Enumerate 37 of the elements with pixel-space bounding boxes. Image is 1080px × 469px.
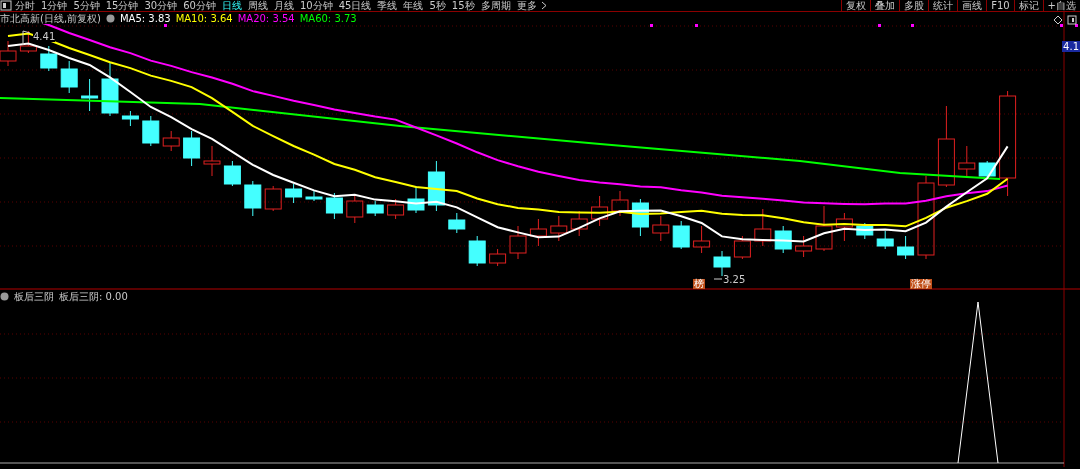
indicator-title: 板后三阴 xyxy=(14,291,54,302)
low-price-label: 3.25 xyxy=(723,274,746,285)
timeframe-tab[interactable]: 5秒 xyxy=(426,0,449,11)
timeframe-tab[interactable]: 年线 xyxy=(400,0,427,11)
toolbar-button[interactable]: 叠加 xyxy=(870,0,900,11)
toolbar-button[interactable]: 多股 xyxy=(899,0,929,11)
indicator-value: MA10: 3.64 xyxy=(175,13,233,24)
indicator-value: MA5: 3.83 xyxy=(120,13,171,24)
event-tag: 涨停 xyxy=(910,279,932,289)
timeframe-tab[interactable]: 10分钟 xyxy=(296,0,336,11)
toolbar-button[interactable]: +自选 xyxy=(1042,0,1080,11)
toolbar-button[interactable]: 统计 xyxy=(928,0,958,11)
indicator-value: MA20: 3.54 xyxy=(237,13,295,24)
timeframe-tab[interactable]: 5分钟 xyxy=(70,0,103,11)
timeframe-tab[interactable]: 15分钟 xyxy=(102,0,142,11)
timeframe-tab[interactable]: 周线 xyxy=(244,0,271,11)
timeframe-tab[interactable]: 分时 xyxy=(12,0,38,11)
timeframe-tab[interactable]: 30分钟 xyxy=(141,0,181,11)
toolbar-button[interactable]: 复权 xyxy=(841,0,871,11)
indicator-value: 板后三阴: 0.00 xyxy=(59,291,128,302)
chart-title: 市北高新(日线,前复权) xyxy=(0,13,101,24)
high-price-label: 4.41 xyxy=(33,31,56,42)
toolbar-button[interactable]: F10 xyxy=(986,0,1014,11)
timeframe-tab[interactable]: 15秒 xyxy=(448,0,478,11)
timeframe-tab[interactable]: 多周期 xyxy=(477,0,514,11)
indicator-value: MA60: 3.73 xyxy=(299,13,357,24)
timeframe-tab[interactable]: 季线 xyxy=(374,0,401,11)
timeframe-tab[interactable]: 月线 xyxy=(270,0,297,11)
timeframe-tab[interactable]: 1分钟 xyxy=(38,0,71,11)
timeframe-tab[interactable]: 60分钟 xyxy=(180,0,219,11)
price-tag: 4.1 xyxy=(1062,41,1080,52)
toolbar-button[interactable]: 标记 xyxy=(1013,0,1043,11)
timeframe-tab[interactable]: 更多 xyxy=(513,0,540,11)
timeframe-tab[interactable]: 45日线 xyxy=(335,0,375,11)
timeframe-tab[interactable]: 日线 xyxy=(218,0,245,11)
toolbar-button[interactable]: 画线 xyxy=(957,0,987,11)
event-tag: 榜 xyxy=(693,279,705,289)
